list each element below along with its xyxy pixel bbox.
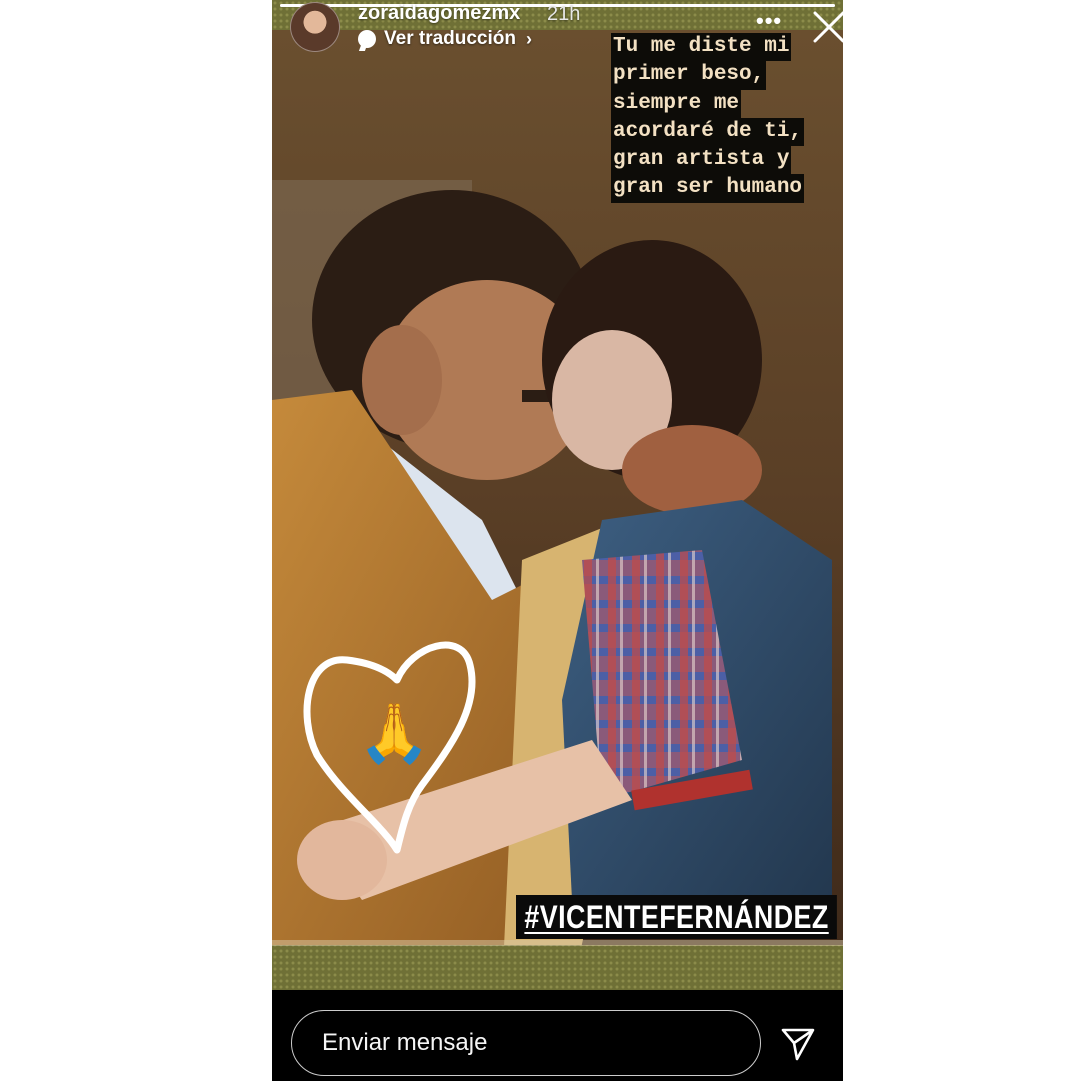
caption-line: Tu me diste mi bbox=[611, 33, 792, 62]
reply-bar bbox=[272, 990, 843, 1081]
caption-line: siempre me bbox=[611, 89, 742, 118]
close-icon[interactable] bbox=[812, 10, 843, 44]
story-caption: Tu me diste mi primer beso, siempre me a… bbox=[611, 33, 805, 203]
story-viewer: zoraidagomezmx 21h Ver traducción › ••• … bbox=[272, 0, 843, 1081]
username[interactable]: zoraidagomezmx bbox=[358, 2, 520, 25]
message-input[interactable] bbox=[291, 1010, 761, 1076]
speech-bubble-icon bbox=[358, 30, 376, 48]
hashtag-text: #VICENTEFERNÁNDEZ bbox=[524, 899, 829, 935]
translate-label: Ver traducción bbox=[384, 28, 516, 49]
translate-link[interactable]: Ver traducción › bbox=[358, 28, 532, 50]
chevron-right-icon: › bbox=[526, 28, 532, 49]
caption-line: gran artista y bbox=[611, 146, 792, 175]
caption-line: gran ser humano bbox=[611, 174, 805, 203]
more-icon[interactable]: ••• bbox=[756, 8, 782, 34]
caption-line: acordaré de ti, bbox=[611, 117, 805, 147]
avatar[interactable] bbox=[290, 2, 340, 52]
caption-line: primer beso, bbox=[611, 61, 767, 90]
praying-hands-icon: 🙏 bbox=[358, 701, 431, 766]
post-time: 21h bbox=[547, 3, 581, 25]
send-icon[interactable] bbox=[780, 1026, 816, 1062]
hashtag-sticker[interactable]: #VICENTEFERNÁNDEZ bbox=[516, 895, 838, 939]
story-photo[interactable]: zoraidagomezmx 21h Ver traducción › ••• … bbox=[272, 0, 843, 990]
